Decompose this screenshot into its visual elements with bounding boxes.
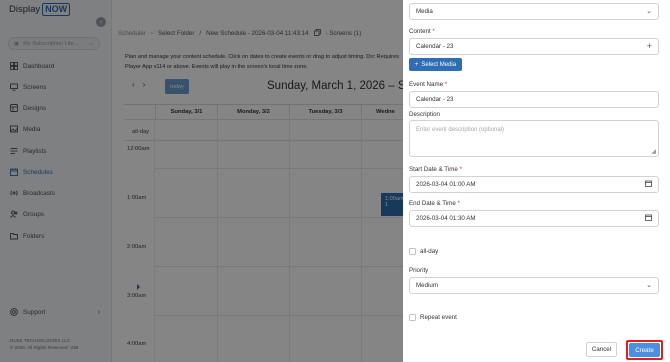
create-button[interactable]: Create [629,343,660,357]
cancel-button[interactable]: Cancel [586,342,617,357]
calendar-icon[interactable] [645,213,652,223]
end-datetime-field[interactable]: 2026-03-04 01:30 AM [409,210,659,227]
modal-backdrop[interactable] [0,0,403,362]
allday-checkbox-label: all-day [420,248,439,255]
repeat-event-checkbox[interactable] [409,314,416,321]
description-label: Description [409,111,440,118]
priority-label: Priority [409,267,429,274]
create-button-highlight: Create [626,340,663,360]
content-value: Calendar - 23 [416,43,454,50]
create-event-drawer: Media ⌄ Content * Calendar - 23 + + Sele… [403,0,670,362]
repeat-event-label: Repeat event [420,314,457,321]
select-media-button[interactable]: + Select Media [409,58,462,71]
priority-value: Medium [416,282,439,289]
content-field[interactable]: Calendar - 23 + [409,38,659,55]
start-datetime-field[interactable]: 2026-03-04 01:00 AM [409,176,659,193]
content-type-value: Media [416,8,433,15]
select-media-label: Select Media [421,61,457,68]
description-placeholder: Enter event description (optional) [416,127,505,133]
start-datetime-value: 2026-03-04 01:00 AM [416,181,476,188]
chevron-down-icon: ⌄ [646,8,652,15]
chevron-down-icon: ⌄ [646,282,652,289]
end-datetime-value: 2026-03-04 01:30 AM [416,215,476,222]
allday-checkbox[interactable] [409,248,416,255]
content-type-select[interactable]: Media ⌄ [409,3,659,20]
event-name-field[interactable]: Calendar - 23 [409,91,659,108]
resize-handle-icon[interactable]: ◢ [651,148,656,155]
end-datetime-label: End Date & Time * [409,200,460,207]
description-field[interactable]: Enter event description (optional) ◢ [409,120,659,157]
plus-icon[interactable]: + [647,41,652,51]
event-name-label: Event Name * [409,81,448,88]
start-datetime-label: Start Date & Time * [409,166,462,173]
priority-select[interactable]: Medium ⌄ [409,277,659,294]
event-name-value: Calendar - 23 [416,96,454,103]
content-label: Content * [409,28,435,35]
calendar-icon[interactable] [645,179,652,189]
plus-icon: + [414,61,419,68]
